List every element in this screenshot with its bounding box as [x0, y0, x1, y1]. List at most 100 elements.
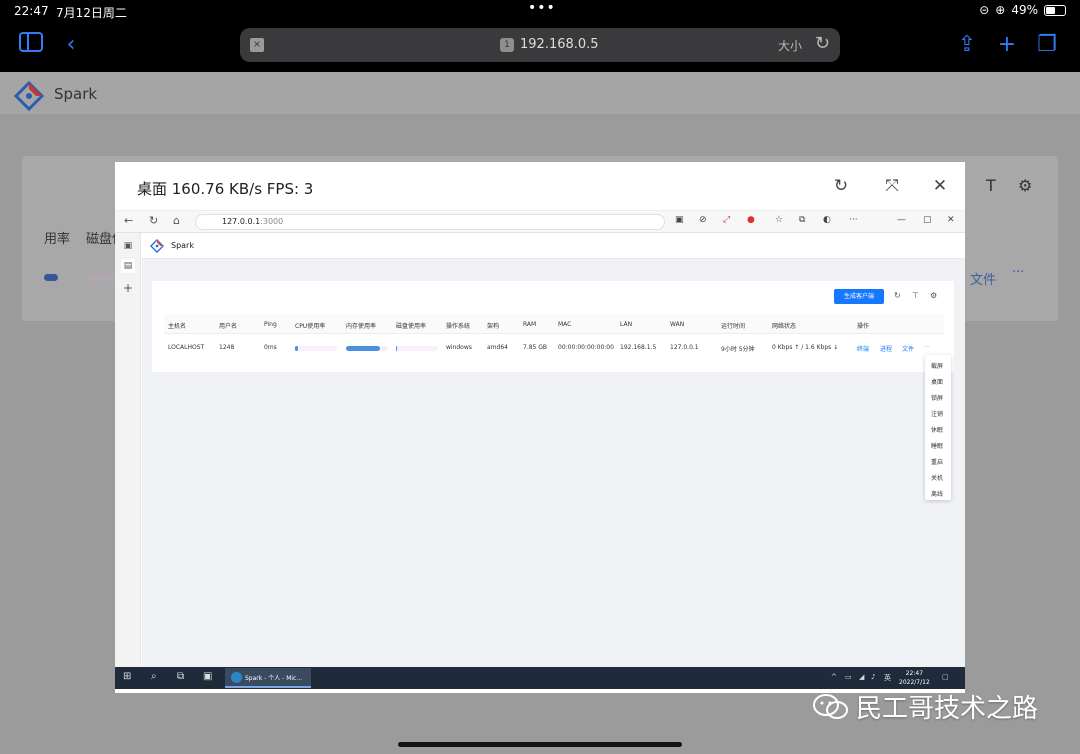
gear-icon[interactable]: ⚙ — [930, 291, 937, 300]
window-max-icon[interactable]: ▢ — [923, 215, 932, 225]
col-disk: 磁盘使用率 — [396, 323, 427, 330]
edge-reload-icon[interactable]: ↻ — [149, 214, 158, 227]
home-indicator — [398, 742, 682, 747]
bg-progress — [44, 274, 58, 281]
clock-time: 22:47 — [905, 670, 924, 677]
app-brand: Spark — [171, 241, 194, 250]
address-bar[interactable]: × 1 192.168.0.5 大小 ↻ — [240, 28, 840, 62]
device-table-card: 生成客户端 ↻ ⊤ ⚙ 主机名 用户名 Ping CPU使用率 内存使用率 磁盘… — [152, 281, 954, 372]
text-size-button[interactable]: 大小 — [778, 37, 802, 54]
app-icon[interactable]: ▣ — [203, 671, 212, 682]
menu-lock[interactable]: 锁屏 — [931, 393, 943, 402]
more-link[interactable]: ··· — [924, 344, 930, 351]
cell-username: 1248 — [219, 344, 235, 351]
new-tab-icon[interactable]: + — [994, 32, 1020, 58]
watermark-text: 民工哥技术之路 — [856, 694, 1039, 724]
refresh-icon[interactable]: ↻ — [831, 176, 851, 196]
windows-start-icon[interactable]: ⊞ — [123, 671, 131, 682]
taskbar-clock[interactable]: 22:47 2022/7/12 — [899, 669, 930, 687]
reload-icon[interactable]: ↻ — [815, 33, 830, 54]
disk-progress — [396, 346, 438, 351]
terminal-link[interactable]: 终端 — [857, 344, 869, 353]
battery-fill — [1046, 6, 1055, 14]
col-uptime: 运行时间 — [721, 323, 746, 330]
extension-icon[interactable]: ● — [747, 215, 755, 225]
location-icon: ⊕ — [995, 3, 1006, 17]
block-icon[interactable]: ⊘ — [699, 215, 707, 225]
remote-screen[interactable]: ← ↻ ⌂ 127.0.0.1:3000 ▣ ⊘ ⤢ ● ☆ ⧉ ◐ ··· —… — [115, 210, 965, 690]
battery-tray-icon[interactable]: ▭ — [845, 673, 852, 681]
safari-toolbar: ‹ × 1 192.168.0.5 大小 ↻ ⇪ + ❐ — [0, 26, 1080, 66]
file-link[interactable]: 文件 — [902, 344, 914, 353]
tray-arrow-icon[interactable]: ^ — [831, 673, 837, 681]
menu-sleep[interactable]: 睡眠 — [931, 441, 943, 450]
bg-text-icon: T — [986, 176, 996, 195]
bg-progress — [86, 274, 116, 281]
menu-logoff[interactable]: 注销 — [931, 409, 943, 418]
edge-url-field[interactable]: 127.0.0.1:3000 — [195, 214, 665, 230]
cpu-progress-fill — [295, 346, 299, 351]
share-icon[interactable]: ⇪ — [954, 32, 980, 58]
col-ram: RAM — [523, 321, 537, 328]
generate-client-button[interactable]: 生成客户端 — [834, 289, 884, 304]
refresh-icon[interactable]: ↻ — [894, 291, 901, 300]
spark-logo-icon — [14, 81, 44, 111]
bg-gear-icon: ⚙ — [1018, 176, 1033, 195]
edge-toolbar: ← ↻ ⌂ 127.0.0.1:3000 ▣ ⊘ ⤢ ● ☆ ⧉ ◐ ··· —… — [115, 211, 965, 233]
col-os: 操作系统 — [446, 323, 471, 330]
taskbar-edge-app[interactable]: Spark - 个人 - Mic... — [225, 668, 311, 688]
cell-wan: 127.0.0.1 — [670, 344, 699, 351]
multitask-dots[interactable]: ••• — [528, 0, 556, 16]
task-view-icon[interactable]: ⧉ — [177, 671, 184, 682]
tabs-overview-icon[interactable]: ❐ — [1034, 32, 1060, 58]
table-header — [164, 314, 944, 334]
profile-icon[interactable]: ◐ — [823, 215, 831, 225]
menu-offline[interactable]: 离线 — [931, 489, 943, 498]
col-wan: WAN — [670, 321, 685, 328]
edge-home-icon[interactable]: ⌂ — [173, 214, 180, 227]
clock-date: 2022/7/12 — [899, 679, 930, 686]
sidebar-icon[interactable] — [18, 32, 44, 58]
menu-restart[interactable]: 重启 — [931, 457, 943, 466]
edge-back-icon[interactable]: ← — [124, 214, 133, 227]
taskbar-app-label: Spark - 个人 - Mic... — [245, 675, 303, 682]
status-bar: 22:47 7月12日周二 ••• ⊝ ⊕ 49% — [0, 0, 1080, 22]
col-ping: Ping — [264, 321, 277, 328]
edge-sidebar: ▣ ▤ + — [115, 233, 141, 667]
ime-indicator[interactable]: 英 — [884, 673, 891, 683]
menu-desktop[interactable]: 桌面 — [931, 377, 943, 386]
collections-icon[interactable]: ⧉ — [799, 215, 805, 225]
cell-ping: 0ms — [264, 344, 277, 351]
watermark: 民工哥技术之路 — [812, 688, 1038, 725]
cell-network: 0 Kbps ↑ / 1.6 Kbps ↓ — [772, 344, 839, 351]
bg-brand: Spark — [54, 85, 98, 103]
windows-taskbar: ⊞ ⌕ ⧉ ▣ Spark - 个人 - Mic... ^ ▭ ◢ ♪ 英 22… — [115, 667, 965, 689]
back-icon[interactable]: ‹ — [58, 32, 84, 58]
column-settings-icon[interactable]: ⊤ — [912, 291, 919, 300]
close-icon[interactable]: ✕ — [930, 176, 950, 196]
bg-file-link: 文件 — [970, 273, 997, 288]
volume-icon[interactable]: ♪ — [871, 673, 875, 681]
fullscreen-icon[interactable]: ⤧ — [882, 176, 902, 196]
add-tab-icon[interactable]: + — [121, 281, 135, 295]
process-link[interactable]: 进程 — [880, 344, 892, 353]
menu-icon[interactable]: ··· — [849, 215, 858, 225]
menu-shutdown[interactable]: 关机 — [931, 473, 943, 482]
cell-mac: 00:00:00:00:00:00 — [558, 344, 614, 351]
menu-screenshot[interactable]: 截屏 — [931, 361, 943, 370]
menu-hibernate[interactable]: 休眠 — [931, 425, 943, 434]
extension-icon[interactable]: ▣ — [675, 215, 684, 225]
window-min-icon[interactable]: — — [897, 215, 906, 225]
app-header: Spark — [142, 233, 965, 259]
notification-icon[interactable]: ▢ — [942, 673, 949, 681]
page-tab-icon[interactable]: ▤ — [121, 259, 135, 273]
window-close-icon[interactable]: ✕ — [947, 215, 955, 225]
close-tab-icon[interactable]: × — [250, 38, 264, 52]
url-display[interactable]: 1 192.168.0.5 — [500, 37, 599, 52]
tab-actions-icon[interactable]: ▣ — [121, 239, 135, 253]
favorites-icon[interactable]: ☆ — [775, 215, 783, 225]
network-icon[interactable]: ◢ — [859, 673, 864, 681]
search-icon[interactable]: ⌕ — [151, 671, 157, 682]
cell-uptime: 9小时 5分钟 — [721, 346, 755, 353]
extension-icon[interactable]: ⤢ — [723, 215, 730, 225]
